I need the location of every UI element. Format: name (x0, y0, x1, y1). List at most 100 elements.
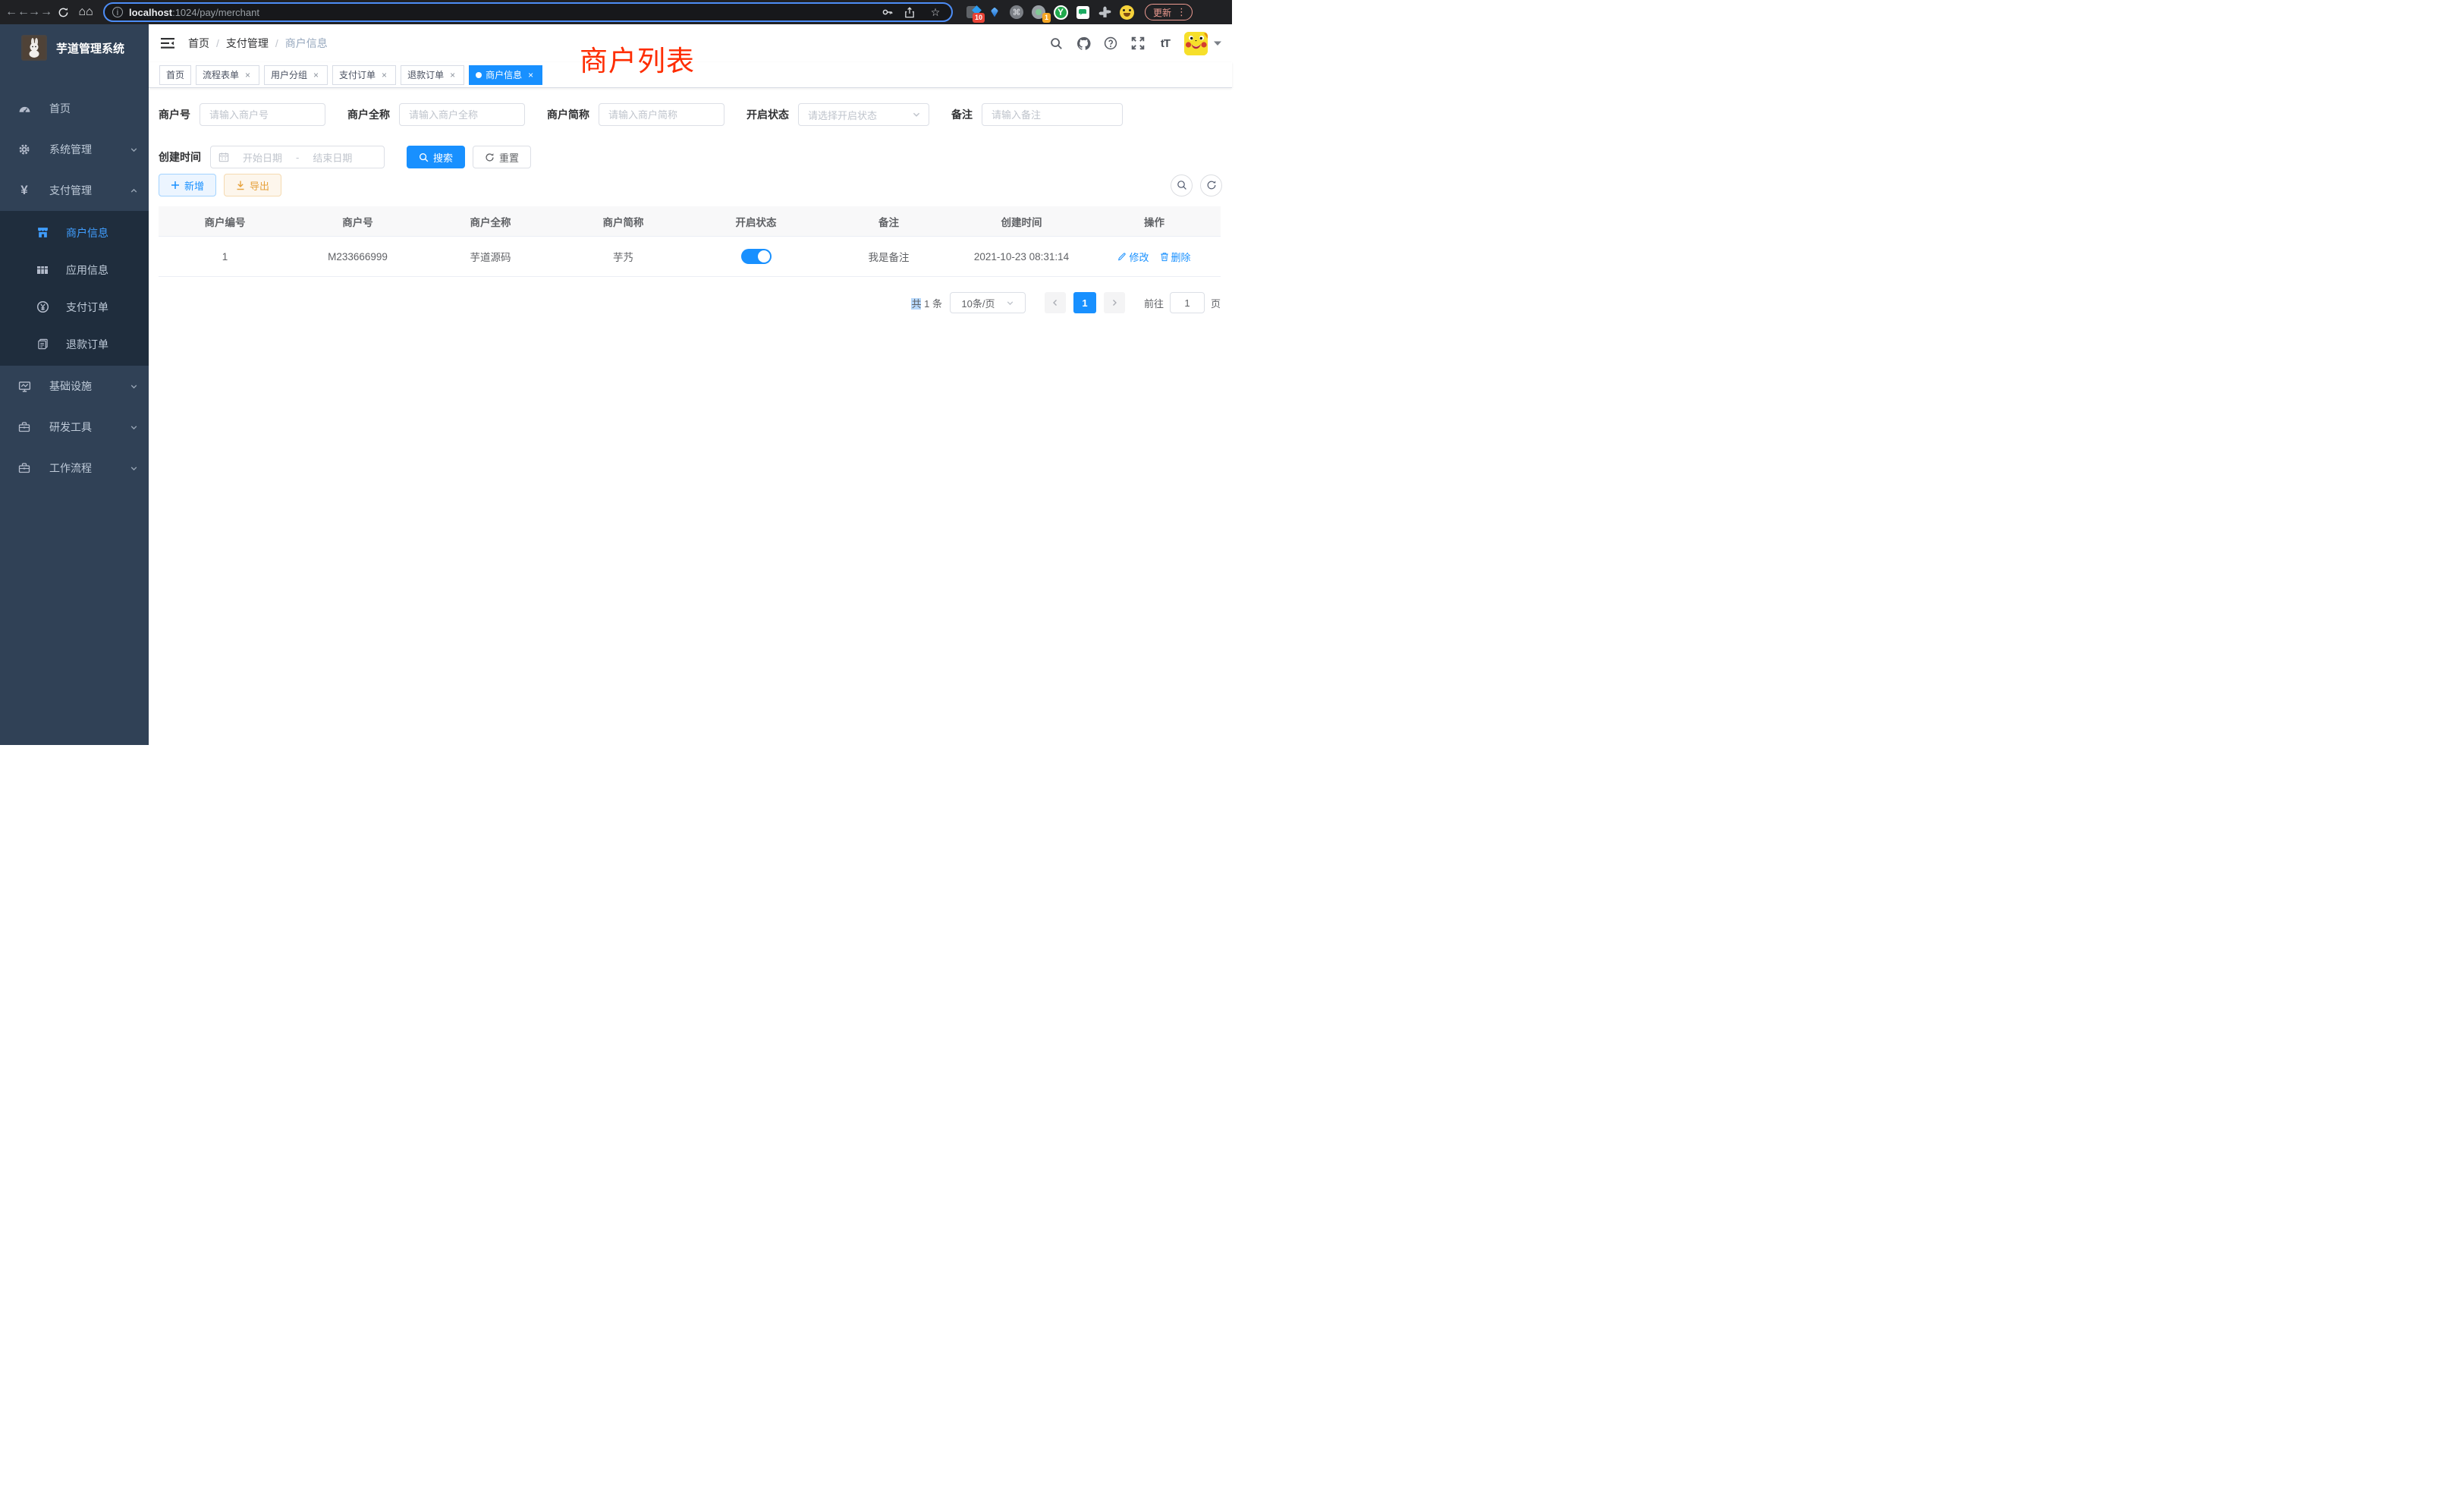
profile-avatar[interactable] (1119, 5, 1134, 20)
next-page-button[interactable] (1104, 292, 1125, 313)
chevron-down-icon (130, 146, 138, 154)
prev-page-button[interactable] (1045, 292, 1066, 313)
search-icon (419, 152, 429, 162)
chevron-down-icon (130, 464, 138, 473)
app-logo-rabbit (21, 35, 47, 61)
sidebar-item-devtools[interactable]: 研发工具 (0, 407, 149, 448)
total-count: 1 (924, 298, 929, 310)
add-button[interactable]: 新增 (159, 174, 216, 196)
refresh-icon (485, 152, 495, 162)
edit-link[interactable]: 修改 (1117, 250, 1149, 264)
delete-link[interactable]: 删除 (1160, 250, 1191, 264)
page-header: 首页 / 支付管理 / 商户信息 tT (149, 24, 1232, 62)
yuan-icon (17, 183, 31, 198)
help-icon[interactable] (1102, 35, 1119, 52)
sidebar-item-pay-order[interactable]: 支付订单 (0, 288, 149, 325)
merchant-name-input[interactable] (399, 103, 525, 126)
total-suffix: 条 (932, 298, 942, 310)
share-icon[interactable] (904, 7, 921, 18)
merchant-no-input[interactable] (200, 103, 325, 126)
sidebar-item-system[interactable]: 系统管理 (0, 129, 149, 170)
address-bar[interactable]: i localhost:1024/pay/merchant ☆ (103, 2, 953, 22)
sidebar-item-label: 退款订单 (66, 337, 108, 352)
filter-merchant-short: 商户简称 (547, 103, 724, 126)
chevron-down-icon (1006, 299, 1014, 307)
close-icon[interactable] (448, 70, 457, 80)
date-range-picker[interactable]: 开始日期 - 结束日期 (210, 146, 385, 168)
merchant-short-input[interactable] (599, 103, 724, 126)
github-icon[interactable] (1075, 35, 1092, 52)
cell-status (690, 237, 822, 276)
sidebar-item-refund-order[interactable]: 退款订单 (0, 325, 149, 363)
column-header: 操作 (1088, 206, 1221, 237)
goto-label: 前往 (1144, 296, 1164, 310)
refresh-table-button[interactable] (1200, 174, 1222, 196)
avatar-dropdown-caret-icon[interactable] (1214, 40, 1221, 46)
remark-input[interactable] (982, 103, 1123, 126)
field-label: 创建时间 (159, 149, 201, 165)
browser-reload-button[interactable] (53, 2, 73, 22)
tab-home[interactable]: 首页 (159, 65, 191, 85)
breadcrumb-home[interactable]: 首页 (188, 36, 209, 51)
page-size-select[interactable]: 10条/页 (950, 292, 1026, 313)
app-logo-row[interactable]: 芋道管理系统 (0, 24, 149, 71)
extension-tabs-icon[interactable]: 10 (965, 5, 980, 20)
font-size-icon[interactable]: tT (1157, 35, 1174, 52)
tab-refund-order[interactable]: 退款订单 (401, 65, 464, 85)
extension-chat-icon[interactable] (1075, 5, 1090, 20)
breadcrumb-payment[interactable]: 支付管理 (226, 36, 269, 51)
search-button[interactable]: 搜索 (407, 146, 465, 168)
yuan-circle-icon (36, 300, 49, 313)
user-avatar[interactable] (1184, 32, 1208, 55)
sidebar-item-label: 系统管理 (49, 142, 112, 157)
close-icon[interactable] (526, 70, 536, 80)
sidebar-item-payment[interactable]: 支付管理 (0, 170, 149, 211)
reset-button[interactable]: 重置 (473, 146, 531, 168)
sidebar-item-workflow[interactable]: 工作流程 (0, 448, 149, 489)
export-button[interactable]: 导出 (224, 174, 281, 196)
filter-status: 开启状态 请选择开启状态 (746, 103, 929, 126)
browser-update-button[interactable]: 更新 ⋮ (1145, 4, 1193, 20)
browser-menu-icon[interactable]: ⋮ (1174, 6, 1189, 18)
extension-y-icon[interactable]: Y (1053, 5, 1068, 20)
toggle-search-button[interactable] (1171, 174, 1193, 196)
close-icon[interactable] (243, 70, 253, 80)
fullscreen-icon[interactable] (1130, 35, 1146, 52)
column-header: 商户简称 (557, 206, 690, 237)
tab-pay-order[interactable]: 支付订单 (332, 65, 396, 85)
goto-page-input[interactable] (1170, 292, 1205, 313)
tab-user-group[interactable]: 用户分组 (264, 65, 328, 85)
search-icon[interactable] (1048, 35, 1064, 52)
tab-merchant-info[interactable]: 商户信息 (469, 65, 542, 85)
site-info-icon[interactable]: i (112, 7, 123, 17)
extension-recorder-icon[interactable]: 1 (1031, 5, 1046, 20)
browser-back-button[interactable]: ← (8, 2, 27, 22)
browser-forward-button[interactable]: → (30, 2, 50, 22)
url-text[interactable]: localhost:1024/pay/merchant (129, 7, 875, 18)
close-icon[interactable] (379, 70, 389, 80)
reload-icon (58, 7, 69, 18)
total-prefix: 共 (911, 298, 921, 310)
sidebar-item-home[interactable]: 首页 (0, 88, 149, 129)
sidebar-item-app-info[interactable]: 应用信息 (0, 251, 149, 288)
tab-label: 用户分组 (271, 68, 307, 81)
tab-process-form[interactable]: 流程表单 (196, 65, 259, 85)
page-number-1[interactable]: 1 (1073, 292, 1096, 313)
sidebar-item-infrastructure[interactable]: 基础设施 (0, 366, 149, 407)
reset-button-label: 重置 (499, 150, 519, 165)
close-icon[interactable] (311, 70, 321, 80)
status-toggle[interactable] (741, 249, 772, 264)
browser-home-button[interactable]: ⌂ (76, 2, 96, 22)
end-date-placeholder[interactable]: 结束日期 (305, 150, 360, 165)
password-key-icon[interactable] (882, 6, 898, 18)
sidebar-collapse-button[interactable] (159, 35, 176, 52)
status-select[interactable]: 请选择开启状态 (798, 103, 929, 126)
bookmark-star-icon[interactable]: ☆ (927, 6, 944, 19)
sidebar-item-merchant-info[interactable]: 商户信息 (0, 214, 149, 251)
extension-command-icon[interactable]: ⌘ (1009, 5, 1024, 20)
extension-pin-icon[interactable] (987, 5, 1002, 20)
start-date-placeholder[interactable]: 开始日期 (235, 150, 290, 165)
extensions-puzzle-icon[interactable] (1097, 5, 1112, 20)
breadcrumb-separator: / (275, 37, 278, 49)
toolbox-icon (17, 421, 31, 433)
